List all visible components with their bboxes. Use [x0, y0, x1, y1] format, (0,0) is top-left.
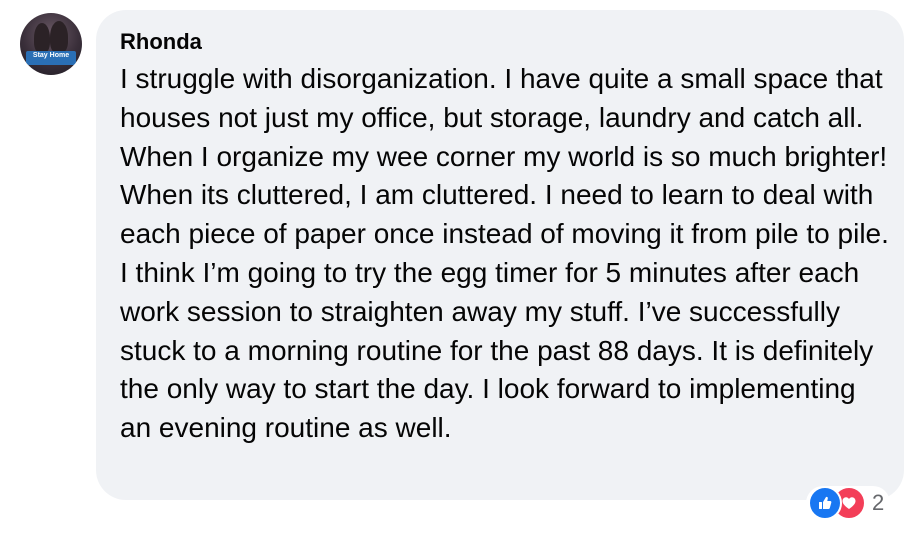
avatar[interactable]: Stay Home	[20, 13, 82, 75]
reaction-count: 2	[872, 490, 885, 515]
author-name[interactable]: Rhonda	[120, 28, 904, 56]
avatar-badge-text: Stay Home	[32, 52, 70, 59]
comment: Stay Home Rhonda I struggle with disorga…	[0, 0, 909, 535]
comment-bubble: Rhonda I struggle with disorganization. …	[96, 10, 904, 500]
avatar-badge: Stay Home	[26, 51, 76, 65]
avatar-figure-left	[34, 23, 50, 53]
comment-text: I struggle with disorganization. I have …	[120, 63, 889, 444]
like-icon	[808, 486, 842, 520]
avatar-figure-right	[50, 21, 68, 53]
reactions-summary[interactable]: 2	[806, 486, 891, 520]
